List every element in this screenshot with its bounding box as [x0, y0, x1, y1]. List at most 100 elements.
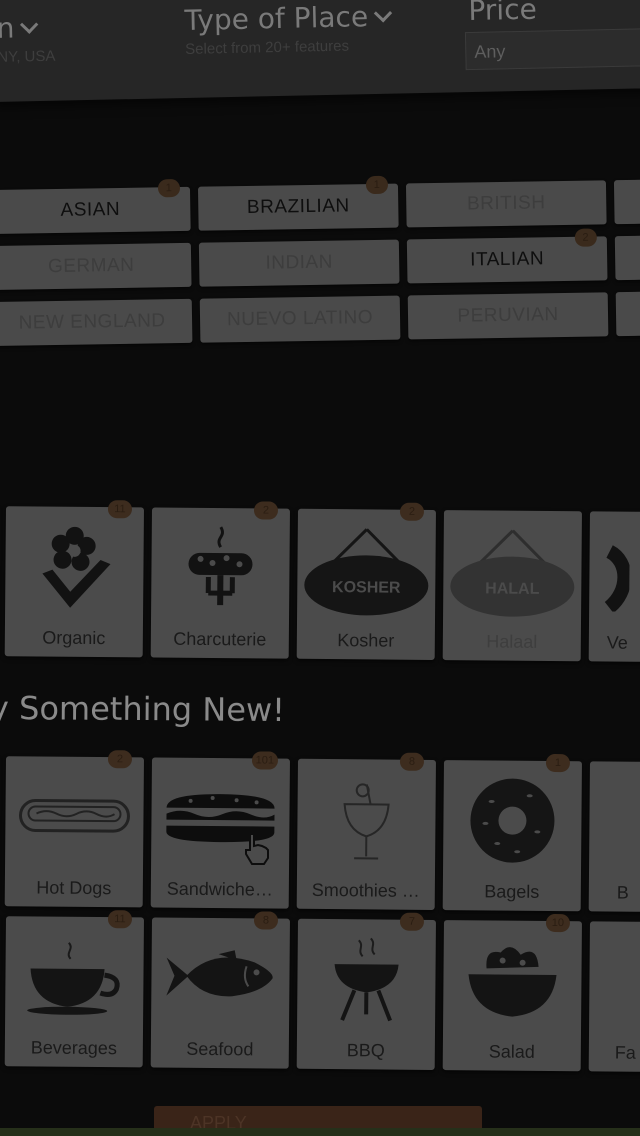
- cuisine-button[interactable]: ITALIAN 2: [406, 228, 608, 284]
- count-badge: 2: [399, 502, 425, 521]
- count-badge: 7: [399, 912, 425, 931]
- cuisine-row: ASIAN 1 BRAZILIAN 1 BRITISH: [0, 175, 640, 234]
- cuisine-grid: ASIAN 1 BRAZILIAN 1 BRITISH GERMAN INDIAN …: [0, 175, 640, 358]
- cuisine-button-partial[interactable]: [614, 235, 640, 281]
- count-badge: 2: [107, 750, 133, 769]
- halal-sign-icon: HALAL: [443, 522, 582, 619]
- cuisine-label: BRAZILIAN: [246, 195, 350, 218]
- cuisine-label: ITALIAN: [470, 248, 545, 271]
- count-badge: 2: [574, 228, 597, 247]
- tile-partial-right[interactable]: B: [588, 761, 640, 913]
- cuisine-button[interactable]: GERMAN: [0, 242, 192, 290]
- tile-label: Seafood: [186, 1038, 254, 1060]
- cuisine-label: GERMAN: [47, 254, 135, 278]
- cuisine-label: PERUVIAN: [457, 304, 559, 327]
- cuisine-button-partial[interactable]: [615, 291, 640, 337]
- location-subtitle: NY, USA: [0, 47, 56, 66]
- count-badge: 8: [399, 752, 425, 771]
- count-badge: 11: [107, 500, 133, 519]
- dietary-row: 11 Organic 2 Charcuterie 2 KOSHER Kosher…: [0, 500, 640, 663]
- hotdog-icon: [5, 768, 144, 865]
- cup-icon: [5, 928, 144, 1025]
- cuisine-button[interactable]: ASIAN 1: [0, 179, 191, 234]
- price-select[interactable]: Any: [464, 28, 640, 71]
- tile-label: Halaal: [486, 631, 538, 652]
- filter-bar: n NY, USA Type of Place Select from 20+ …: [0, 0, 640, 102]
- cuisine-row: GERMAN INDIAN ITALIAN 2: [0, 228, 640, 290]
- section-title: y Something New!: [0, 688, 286, 730]
- sausage-fork-icon: [151, 520, 290, 617]
- cuisine-row: NEW ENGLAND NUEVO LATINO PERUVIAN: [0, 291, 640, 346]
- new-row-1: 2 Hot Dogs 101 Sandwiche… 8 Smoothies … …: [0, 750, 640, 913]
- location-filter[interactable]: n NY, USA: [0, 11, 56, 66]
- count-badge: 10: [545, 913, 571, 933]
- tile-organic[interactable]: 11 Organic: [4, 500, 144, 658]
- tile-bagels[interactable]: 1 Bagels: [442, 753, 582, 912]
- app-screen: n NY, USA Type of Place Select from 20+ …: [0, 0, 640, 1136]
- tile-halaal[interactable]: HALAL Halaal: [442, 510, 582, 662]
- vegan-icon: [589, 523, 640, 620]
- halal-sign-text: HALAL: [485, 580, 540, 597]
- bagel-icon: [443, 772, 582, 869]
- cuisine-label: INDIAN: [265, 251, 334, 274]
- tile-smoothies[interactable]: 8 Smoothies …: [296, 752, 436, 910]
- footer-strip: [0, 1128, 640, 1136]
- cuisine-button[interactable]: BRITISH: [405, 180, 607, 228]
- tile-vegan[interactable]: Ve: [588, 511, 640, 663]
- count-badge: 101: [251, 751, 279, 770]
- tile-kosher[interactable]: 2 KOSHER Kosher: [296, 502, 436, 660]
- tile-label: Fa: [614, 1042, 636, 1063]
- organic-flower-icon: [5, 518, 144, 615]
- tile-label: Beverages: [30, 1037, 117, 1059]
- fish-icon: [151, 930, 290, 1027]
- cuisine-button[interactable]: INDIAN: [198, 239, 400, 287]
- location-title: n: [0, 11, 15, 45]
- tile-label: Salad: [488, 1041, 535, 1062]
- cuisine-label: BRITISH: [466, 192, 546, 215]
- chevron-down-icon: [19, 15, 39, 34]
- hand-cursor-icon: [242, 832, 272, 871]
- cuisine-label: NUEVO LATINO: [226, 306, 374, 331]
- tile-partial-right[interactable]: Fa: [588, 921, 640, 1073]
- count-badge: 1: [365, 175, 389, 195]
- cuisine-label: NEW ENGLAND: [18, 310, 166, 334]
- tile-label: BBQ: [346, 1040, 385, 1061]
- tile-beverages[interactable]: 11 Beverages: [4, 910, 144, 1068]
- tile-bbq[interactable]: 7 BBQ: [296, 912, 436, 1070]
- cuisine-button[interactable]: NEW ENGLAND: [0, 298, 193, 346]
- cuisine-button-partial[interactable]: [613, 179, 640, 225]
- tile-label: Smoothies …: [311, 879, 420, 901]
- tile-label: Sandwiche…: [166, 878, 273, 900]
- tile-label: Hot Dogs: [36, 877, 112, 899]
- kosher-sign-text: KOSHER: [332, 579, 401, 597]
- cuisine-button[interactable]: PERUVIAN: [407, 292, 609, 340]
- salad-bowl-icon: [443, 932, 582, 1029]
- cuisine-button[interactable]: NUEVO LATINO: [199, 295, 401, 343]
- count-badge: 2: [253, 501, 279, 520]
- tile-seafood[interactable]: 8 Seafood: [150, 911, 290, 1069]
- cuisine-button[interactable]: BRAZILIAN 1: [197, 175, 399, 231]
- tile-label: Charcuterie: [173, 628, 267, 650]
- cuisine-label: ASIAN: [60, 198, 121, 221]
- chevron-down-icon: [373, 4, 392, 23]
- count-badge: 11: [107, 910, 133, 929]
- tile-charcuterie[interactable]: 2 Charcuterie: [150, 501, 290, 659]
- type-of-place-filter[interactable]: Type of Place Select from 20+ features: [184, 0, 392, 58]
- count-badge: 1: [545, 753, 571, 773]
- smoothie-icon: [297, 771, 436, 868]
- type-of-place-subtitle: Select from 20+ features: [185, 37, 350, 58]
- tile-label: B: [616, 882, 629, 903]
- tile-label: Kosher: [337, 630, 395, 651]
- price-filter: Price: [468, 0, 537, 27]
- grill-icon: [297, 931, 436, 1028]
- tile-salad[interactable]: 10 Salad: [442, 913, 582, 1072]
- new-row-2: 11 Beverages 8 Seafood 7 BBQ 10 Salad Fa: [0, 910, 640, 1073]
- tile-hot-dogs[interactable]: 2 Hot Dogs: [4, 750, 144, 908]
- count-badge: 8: [253, 911, 279, 930]
- count-badge: 1: [157, 179, 181, 198]
- tile-label: Ve: [606, 632, 628, 653]
- price-title: Price: [468, 0, 538, 28]
- tile-label: Bagels: [484, 881, 540, 902]
- tile-label: Organic: [42, 627, 106, 649]
- kosher-sign-icon: KOSHER: [297, 521, 436, 618]
